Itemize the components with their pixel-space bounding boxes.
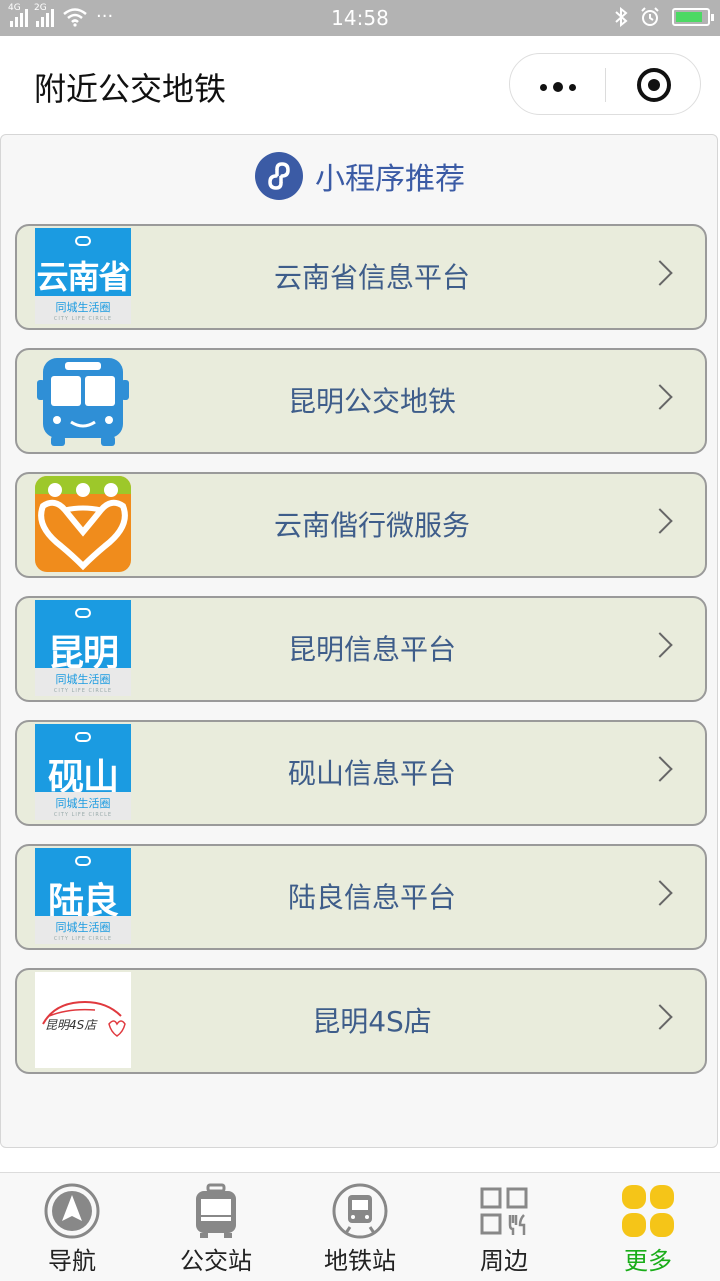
item-label: 昆明公交地铁 [287, 385, 456, 418]
bluetooth-icon [615, 7, 628, 27]
icon-footer: 同城生活圈 [55, 797, 111, 810]
miniprogram-capsule [509, 53, 701, 115]
subway-icon [332, 1183, 388, 1239]
item-label: 昆明信息平台 [287, 633, 456, 666]
tab-label: 公交站 [180, 1247, 252, 1275]
battery-icon [672, 8, 714, 26]
icon-footer-en: CITY LIFE CIRCLE [53, 936, 113, 942]
list-item-luliang-info[interactable]: 陆良 同城生活圈 CITY LIFE CIRCLE 陆良信息平台 [15, 844, 707, 950]
more-options-button[interactable] [540, 82, 576, 92]
service-logo-icon [35, 476, 131, 572]
item-label: 昆明4S店 [312, 1005, 432, 1038]
list-item-kunming-4s[interactable]: 昆明4S店 昆明4S店 [15, 968, 707, 1074]
list-item-yunnan[interactable]: 云南省 同城生活圈 CITY LIFE CIRCLE 云南省信息平台 [15, 224, 707, 330]
city-life-icon: 云南省 同城生活圈 CITY LIFE CIRCLE [35, 228, 131, 324]
item-label: 陆良信息平台 [287, 881, 456, 914]
nearby-grid-icon [480, 1187, 528, 1235]
bus-icon [35, 352, 131, 448]
page-title: 附近公交地铁 [34, 70, 227, 108]
tab-label: 周边 [480, 1247, 528, 1275]
more-grid-icon [622, 1185, 674, 1237]
icon-footer: 同城生活圈 [55, 921, 111, 934]
icon-text: 昆明4S店 [45, 1018, 97, 1032]
bus-stop-icon [196, 1183, 236, 1238]
chevron-right-icon [647, 260, 673, 286]
icon-footer-en: CITY LIFE CIRCLE [53, 812, 113, 818]
compass-icon [44, 1183, 100, 1239]
section-header: 小程序推荐 [1, 151, 719, 201]
miniprogram-logo-icon [255, 152, 303, 200]
tab-label: 更多 [624, 1247, 672, 1275]
city-life-icon: 砚山 同城生活圈 CITY LIFE CIRCLE [35, 724, 131, 820]
tab-subway-station[interactable]: 地铁站 [288, 1173, 432, 1281]
title-bar: 附近公交地铁 [0, 36, 720, 132]
tab-more[interactable]: 更多 [576, 1173, 720, 1281]
item-label: 砚山信息平台 [287, 757, 456, 790]
chevron-right-icon [647, 1004, 673, 1030]
status-right [614, 7, 714, 27]
chevron-right-icon [647, 880, 673, 906]
tab-bar: 导航 公交站 地铁站 周边 更多 [0, 1172, 720, 1281]
item-label: 云南省信息平台 [273, 261, 470, 294]
car-shop-icon: 昆明4S店 [35, 972, 131, 1068]
list-item-kunming-info[interactable]: 昆明 同城生活圈 CITY LIFE CIRCLE 昆明信息平台 [15, 596, 707, 702]
capsule-divider [605, 68, 606, 102]
status-bar: 4G 2G ··· 14:58 [0, 0, 720, 36]
chevron-right-icon [647, 632, 673, 658]
tab-navigation[interactable]: 导航 [0, 1173, 144, 1281]
icon-footer-en: CITY LIFE CIRCLE [53, 688, 113, 694]
chevron-right-icon [647, 508, 673, 534]
list-item-yanshan-info[interactable]: 砚山 同城生活圈 CITY LIFE CIRCLE 砚山信息平台 [15, 720, 707, 826]
item-label: 云南偕行微服务 [273, 509, 470, 542]
tab-label: 导航 [48, 1247, 96, 1275]
icon-text: 云南省 [36, 258, 130, 296]
list-item-kunming-bus[interactable]: 昆明公交地铁 [15, 348, 707, 454]
icon-footer: 同城生活圈 [55, 673, 111, 686]
status-time: 14:58 [331, 6, 389, 30]
city-life-icon: 陆良 同城生活圈 CITY LIFE CIRCLE [35, 848, 131, 944]
section-title: 小程序推荐 [315, 162, 465, 197]
icon-footer-en: CITY LIFE CIRCLE [53, 316, 113, 322]
tab-nearby[interactable]: 周边 [432, 1173, 576, 1281]
icon-footer: 同城生活圈 [55, 301, 111, 314]
chevron-right-icon [647, 384, 673, 410]
city-life-icon: 昆明 同城生活圈 CITY LIFE CIRCLE [35, 600, 131, 696]
alarm-icon [641, 7, 659, 26]
close-miniprogram-button[interactable] [637, 68, 671, 102]
chevron-right-icon [647, 756, 673, 782]
tab-bus-stop[interactable]: 公交站 [144, 1173, 288, 1281]
recommend-panel: 小程序推荐 云南省 同城生活圈 CITY LIFE CIRCLE 云南省信息平台 [0, 134, 718, 1148]
tab-label: 地铁站 [324, 1247, 396, 1275]
list-item-yunnan-service[interactable]: 云南偕行微服务 [15, 472, 707, 578]
